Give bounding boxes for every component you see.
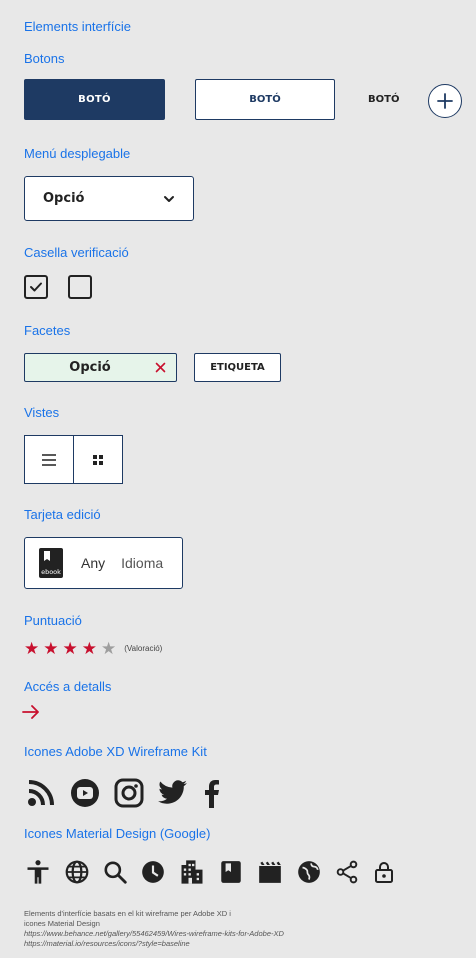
footer-link[interactable]: https://material.io/resources/icons/?sty… xyxy=(24,939,284,949)
card-year-label: Any xyxy=(81,555,106,571)
details-link[interactable] xyxy=(22,705,40,719)
ebook-badge-label: ebook xyxy=(41,568,61,576)
business-icon xyxy=(181,860,203,884)
footer-line: icones Material Design xyxy=(24,919,100,928)
rating-label: (Valoració) xyxy=(124,644,163,653)
checkbox-unchecked[interactable] xyxy=(68,275,92,299)
section-title-adobe-icons: Icones Adobe XD Wireframe Kit xyxy=(24,744,207,759)
edition-card[interactable]: ebook Any Idioma xyxy=(24,537,183,589)
adobe-icon-row xyxy=(26,778,220,808)
language-icon xyxy=(65,860,89,884)
star-icon[interactable]: ★ xyxy=(63,640,78,657)
facet-tag[interactable]: ETIQUETA xyxy=(194,353,281,382)
grid-view-button[interactable] xyxy=(73,436,122,483)
clock-icon xyxy=(142,861,164,883)
footer-link[interactable]: https://www.behance.net/gallery/55462459… xyxy=(24,929,284,939)
plus-icon xyxy=(437,93,453,109)
grid-view-icon xyxy=(93,454,103,465)
star-icon[interactable]: ★ xyxy=(43,640,58,657)
footer-line: Elements d'interfície basats en el kit w… xyxy=(24,909,231,918)
section-title-dropdown: Menú desplegable xyxy=(24,146,131,161)
share-icon xyxy=(336,860,358,884)
check-icon xyxy=(30,282,42,292)
arrow-right-icon xyxy=(22,705,39,719)
view-toggle xyxy=(24,435,123,484)
checkbox-checked[interactable] xyxy=(24,275,48,299)
book-icon xyxy=(221,861,241,883)
star-empty-icon[interactable]: ★ xyxy=(101,640,116,657)
facebook-icon xyxy=(205,780,219,808)
chevron-down-icon xyxy=(164,195,174,202)
section-title-details: Accés a detalls xyxy=(24,679,112,694)
globe-icon xyxy=(298,861,320,883)
search-icon xyxy=(104,861,127,884)
list-view-icon xyxy=(42,453,56,466)
accessibility-icon xyxy=(27,860,49,884)
youtube-icon xyxy=(71,779,99,807)
facet-chip-option[interactable]: Opció xyxy=(24,353,177,382)
section-title-rating: Puntuació xyxy=(24,613,82,628)
star-icon[interactable]: ★ xyxy=(82,640,97,657)
star-rating[interactable]: ★ ★ ★ ★ ★ (Valoració) xyxy=(24,640,162,657)
rss-icon xyxy=(28,780,54,806)
section-title-card: Tarjeta edició xyxy=(24,507,101,522)
footer-credits: Elements d'interfície basats en el kit w… xyxy=(24,909,284,949)
ebook-icon: ebook xyxy=(39,548,63,578)
list-view-button[interactable] xyxy=(25,436,73,483)
secondary-button[interactable]: BOTÓ xyxy=(195,79,335,120)
card-language-label: Idioma xyxy=(121,555,164,571)
text-button[interactable]: BOTÓ xyxy=(368,94,399,105)
close-icon[interactable] xyxy=(155,362,166,373)
section-title-material-icons: Icones Material Design (Google) xyxy=(24,826,211,841)
section-title-buttons: Botons xyxy=(24,51,65,66)
add-button[interactable] xyxy=(428,84,462,118)
dropdown-value: Opció xyxy=(43,191,85,206)
movie-icon xyxy=(259,861,281,883)
section-title-elements: Elements interfície xyxy=(24,19,131,34)
material-icon-row xyxy=(24,858,396,886)
instagram-icon xyxy=(114,778,144,808)
lock-icon xyxy=(375,862,393,883)
primary-button[interactable]: BOTÓ xyxy=(24,79,165,120)
star-icon[interactable]: ★ xyxy=(24,640,39,657)
section-title-checkbox: Casella verificació xyxy=(24,245,129,260)
dropdown-select[interactable]: Opció xyxy=(24,176,194,221)
facet-chip-label: Opció xyxy=(69,360,111,375)
twitter-icon xyxy=(158,780,187,804)
section-title-facets: Facetes xyxy=(24,323,71,338)
section-title-views: Vistes xyxy=(24,405,60,420)
